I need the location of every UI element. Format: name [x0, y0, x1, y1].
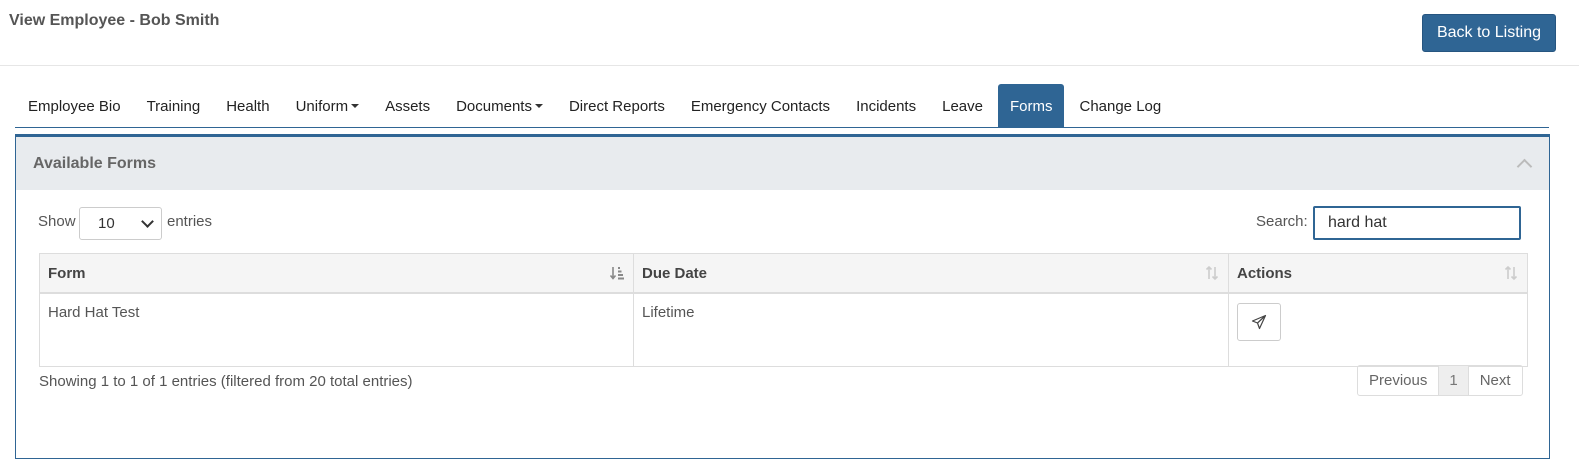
tab-direct-reports[interactable]: Direct Reports [556, 84, 678, 128]
tab-change-log[interactable]: Change Log [1066, 84, 1174, 128]
tab-emergency-contacts[interactable]: Emergency Contacts [678, 84, 843, 128]
tab-incidents[interactable]: Incidents [843, 84, 929, 128]
entries-select-value: 10 [98, 215, 115, 232]
sort-icon [1205, 265, 1219, 281]
search-input[interactable] [1313, 206, 1521, 240]
tab-forms[interactable]: Forms [997, 84, 1065, 128]
search-label: Search: [1256, 213, 1308, 230]
tab-employee-bio[interactable]: Employee Bio [15, 84, 134, 128]
chevron-up-icon[interactable] [1516, 158, 1533, 175]
forms-table: Form Due Date Actions Hard Hat Test Life… [39, 253, 1528, 367]
cell-form: Hard Hat Test [39, 292, 634, 367]
sort-ascending-icon [610, 267, 624, 280]
tab-leave[interactable]: Leave [929, 84, 996, 128]
tab-bar: Employee Bio Training Health Uniform Ass… [15, 84, 1174, 128]
pagination: Previous 1 Next [1357, 365, 1523, 396]
tab-health[interactable]: Health [213, 84, 282, 128]
back-to-listing-button[interactable]: Back to Listing [1422, 14, 1556, 52]
tab-assets[interactable]: Assets [372, 84, 443, 128]
page-title: View Employee - Bob Smith [9, 12, 220, 29]
cell-actions [1228, 292, 1528, 367]
entries-select[interactable]: 10 [79, 207, 162, 240]
sort-icon [1504, 265, 1518, 281]
tab-documents[interactable]: Documents [443, 84, 556, 128]
caret-down-icon [534, 104, 543, 108]
entries-label: entries [167, 213, 213, 230]
send-form-button[interactable] [1237, 303, 1281, 341]
panel-header[interactable]: Available Forms [16, 137, 1549, 190]
tab-training[interactable]: Training [134, 84, 214, 128]
previous-page-button[interactable]: Previous [1358, 366, 1438, 395]
table-info: Showing 1 to 1 of 1 entries (filtered fr… [39, 373, 413, 390]
column-header-actions[interactable]: Actions [1228, 253, 1528, 294]
header-divider [0, 65, 1579, 66]
page-1-button[interactable]: 1 [1438, 366, 1469, 395]
send-icon [1251, 314, 1267, 330]
cell-due-date: Lifetime [633, 292, 1229, 367]
next-page-button[interactable]: Next [1469, 366, 1522, 395]
tab-uniform[interactable]: Uniform [283, 84, 373, 128]
chevron-down-icon [141, 215, 154, 228]
column-header-due-date[interactable]: Due Date [633, 253, 1229, 294]
caret-down-icon [351, 104, 360, 108]
show-label: Show [38, 213, 76, 230]
table-row: Hard Hat Test Lifetime [39, 292, 1528, 367]
column-header-form[interactable]: Form [39, 253, 634, 294]
panel-title: Available Forms [33, 154, 157, 172]
tab-underline [15, 127, 1549, 128]
table-header-row: Form Due Date Actions [39, 253, 1528, 294]
